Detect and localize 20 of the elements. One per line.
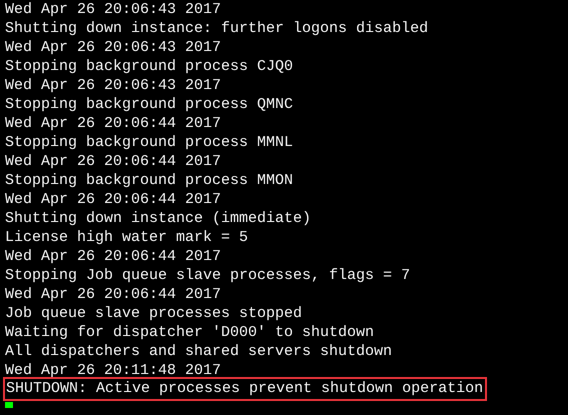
output-line: Wed Apr 26 20:06:44 2017 [4,190,222,209]
output-line: Shutting down instance (immediate) [4,209,312,228]
output-line: Wed Apr 26 20:06:44 2017 [4,247,222,266]
output-line: Shutting down instance: further logons disabled [4,19,428,38]
output-line: Wed Apr 26 20:06:43 2017 [4,0,222,19]
output-line: Wed Apr 26 20:06:44 2017 [4,285,222,304]
output-line: Stopping Job queue slave processes, flags = 7 [4,266,410,285]
output-line: Stopping background process MMON [4,171,294,190]
output-line: Stopping background process MMNL [4,133,294,152]
output-line: Wed Apr 26 20:11:48 2017 [4,361,222,380]
output-line: Stopping background process QMNC [4,95,294,114]
output-line: Wed Apr 26 20:06:44 2017 [4,114,222,133]
output-line: All dispatchers and shared servers shutdown [4,342,392,361]
output-line: Wed Apr 26 20:06:43 2017 [4,76,222,95]
output-line: Wed Apr 26 20:06:43 2017 [4,38,222,57]
output-line: License high water mark = 5 [4,228,248,247]
output-line: Waiting for dispatcher 'D000' to shutdown [4,323,374,342]
output-line: Wed Apr 26 20:06:44 2017 [4,152,222,171]
output-line: Stopping background process CJQ0 [4,57,294,76]
output-line: Job queue slave processes stopped [4,304,302,323]
